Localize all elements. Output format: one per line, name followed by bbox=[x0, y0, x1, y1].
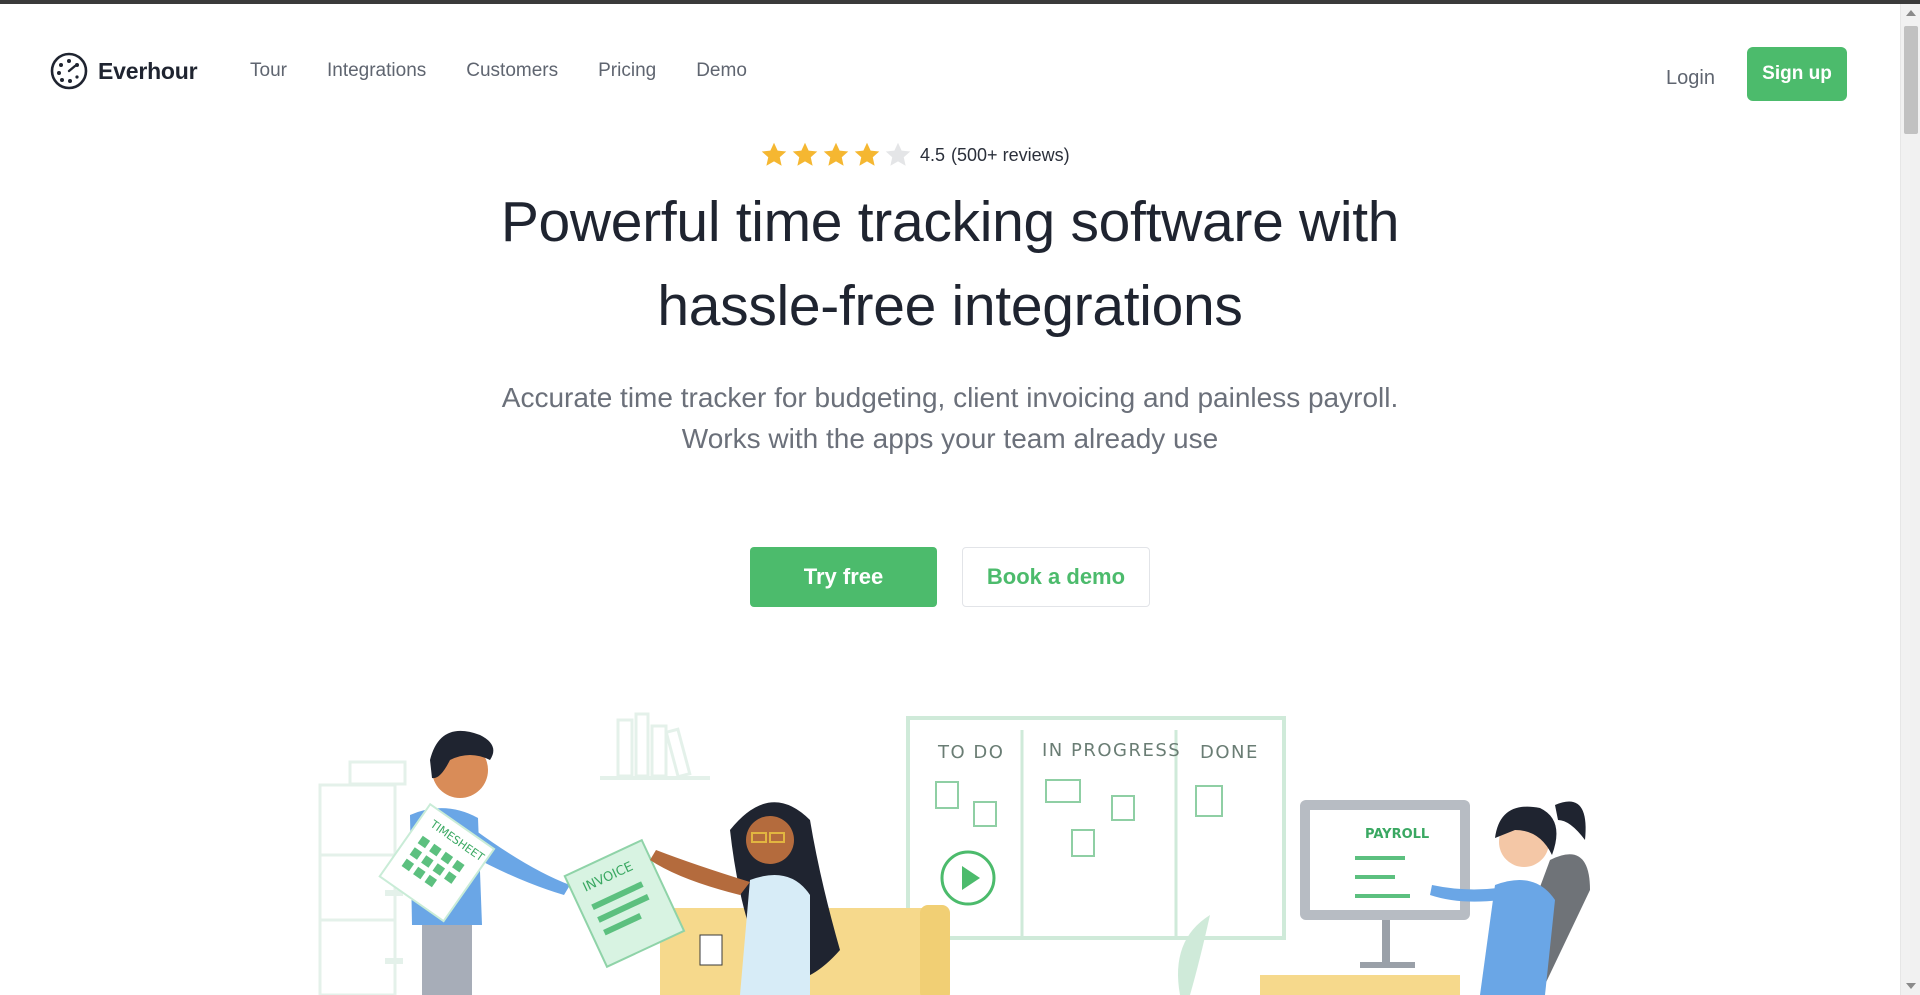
hero-title: Powerful time tracking software with has… bbox=[0, 180, 1900, 348]
board-column-done: DONE bbox=[1200, 742, 1259, 763]
book-demo-button[interactable]: Book a demo bbox=[962, 547, 1150, 607]
hero-subtitle: Accurate time tracker for budgeting, cli… bbox=[0, 377, 1900, 459]
kanban-board: TO DO IN PROGRESS DONE bbox=[906, 716, 1286, 940]
site-header: Everhour Tour Integrations Customers Pri… bbox=[0, 4, 1900, 124]
star-icon bbox=[761, 142, 787, 166]
hero-title-line-2: hassle-free integrations bbox=[657, 274, 1243, 338]
rating-score: 4.5 bbox=[920, 144, 946, 165]
board-column-in-progress: IN PROGRESS bbox=[1042, 740, 1181, 761]
nav-item-integrations[interactable]: Integrations bbox=[327, 60, 426, 82]
scroll-thumb[interactable] bbox=[1904, 26, 1918, 134]
star-icon bbox=[854, 142, 880, 166]
brand-logo[interactable]: Everhour bbox=[50, 52, 198, 90]
hero-title-line-1: Powerful time tracking software with bbox=[500, 190, 1400, 254]
page-scrollbar[interactable] bbox=[1900, 4, 1920, 995]
rating-reviews: (500+ reviews) bbox=[951, 144, 1070, 165]
desk-decoration bbox=[1260, 975, 1460, 995]
star-icon bbox=[792, 142, 818, 166]
nav-item-tour[interactable]: Tour bbox=[250, 60, 287, 82]
main-nav: Tour Integrations Customers Pricing Demo bbox=[250, 60, 747, 82]
payroll-label: PAYROLL bbox=[1365, 827, 1429, 842]
hero-subtitle-line-1: Accurate time tracker for budgeting, cli… bbox=[501, 382, 1399, 413]
nav-item-demo[interactable]: Demo bbox=[696, 60, 747, 82]
plant-decoration bbox=[1178, 915, 1210, 995]
nav-item-customers[interactable]: Customers bbox=[466, 60, 558, 82]
rating-text: 4.5 (500+ reviews) bbox=[920, 145, 1070, 166]
hero-illustration: TO DO IN PROGRESS DONE TIMESHEET INVOICE… bbox=[300, 690, 1620, 995]
hero-subtitle-line-2: Works with the apps your team already us… bbox=[681, 423, 1219, 454]
nav-item-pricing[interactable]: Pricing bbox=[598, 60, 656, 82]
scroll-down-icon[interactable] bbox=[1906, 983, 1916, 989]
everhour-logo-icon bbox=[50, 52, 88, 90]
payroll-monitor: PAYROLL bbox=[1300, 800, 1470, 968]
try-free-button[interactable]: Try free bbox=[750, 547, 937, 607]
star-icon bbox=[823, 142, 849, 166]
scroll-up-icon[interactable] bbox=[1906, 10, 1916, 16]
board-column-todo: TO DO bbox=[937, 742, 1004, 763]
man-with-timesheet: TIMESHEET bbox=[378, 730, 570, 995]
signup-button[interactable]: Sign up bbox=[1747, 47, 1847, 101]
rating-summary: 4.5 (500+ reviews) bbox=[759, 140, 1070, 170]
brand-name: Everhour bbox=[98, 57, 198, 84]
login-link[interactable]: Login bbox=[1666, 67, 1715, 90]
star-empty-icon bbox=[885, 142, 911, 166]
bookshelf-decoration bbox=[600, 712, 710, 780]
office-scene-illustration: TO DO IN PROGRESS DONE TIMESHEET INVOICE… bbox=[318, 712, 1590, 995]
